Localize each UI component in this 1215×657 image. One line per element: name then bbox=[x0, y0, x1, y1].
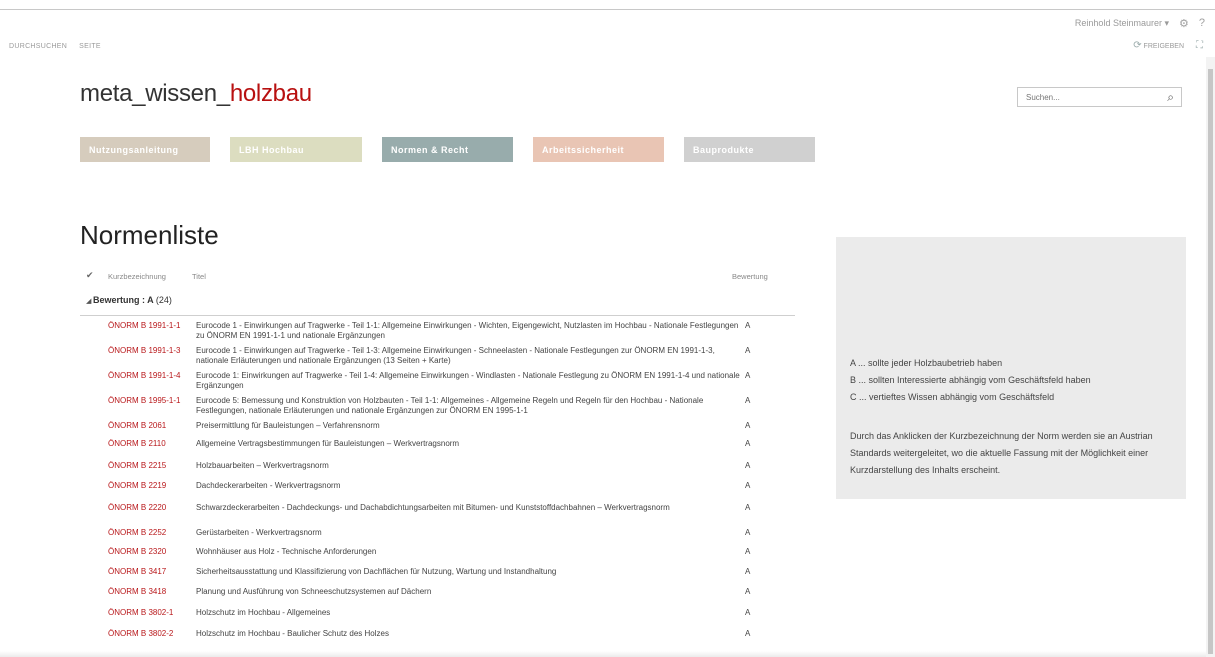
nav-tile-bauprodukte[interactable]: Bauprodukte bbox=[684, 137, 815, 162]
ribbon-tabs: DURCHSUCHEN SEITE bbox=[9, 43, 101, 50]
site-title[interactable]: meta_wissen_holzbau bbox=[80, 80, 312, 108]
norm-link[interactable]: ÖNORM B 1991-1-1 bbox=[108, 321, 190, 331]
norm-rating: A bbox=[745, 346, 751, 355]
norm-link[interactable]: ÖNORM B 3802-1 bbox=[108, 608, 190, 618]
site-title-plain: meta_wissen_ bbox=[80, 80, 230, 107]
legend-c: C ... vertieftes Wissen abhängig vom Ges… bbox=[850, 392, 1055, 402]
norm-rating: A bbox=[745, 481, 751, 490]
tab-page[interactable]: SEITE bbox=[79, 43, 101, 50]
table-header: ✔ Kurzbezeichnung Titel Bewertung bbox=[80, 266, 800, 286]
norm-rating: A bbox=[745, 503, 751, 512]
nav-tile-normen-recht[interactable]: Normen & Recht bbox=[382, 137, 513, 162]
group-header[interactable]: ◢ Bewertung : A (24) bbox=[80, 294, 800, 312]
nav-tile-nutzungsanleitung[interactable]: Nutzungsanleitung bbox=[80, 137, 210, 162]
share-label: FREIGEBEN bbox=[1143, 43, 1184, 50]
norm-title: Schwarzdeckerarbeiten - Dachdeckungs- un… bbox=[196, 503, 670, 512]
norm-link[interactable]: ÖNORM B 2252 bbox=[108, 528, 190, 538]
norm-title: Eurocode 1: Einwirkungen auf Tragwerke -… bbox=[196, 371, 740, 390]
norm-link[interactable]: ÖNORM B 2110 bbox=[108, 439, 190, 449]
norm-title: Allgemeine Vertragsbestimmungen für Baul… bbox=[196, 439, 460, 448]
focus-icon[interactable]: ⛶ bbox=[1196, 40, 1203, 51]
norm-rating: A bbox=[745, 528, 751, 537]
norm-title: Sicherheitsausstattung und Klassifizieru… bbox=[196, 567, 557, 576]
norm-title: Eurocode 5: Bemessung und Konstruktion v… bbox=[196, 396, 704, 415]
nav-tile-arbeitssicherheit[interactable]: Arbeitssicherheit bbox=[533, 137, 664, 162]
norm-link[interactable]: ÖNORM B 2061 bbox=[108, 421, 190, 431]
help-icon[interactable]: ? bbox=[1199, 17, 1205, 29]
norm-rating: A bbox=[745, 421, 751, 430]
column-header-titel[interactable]: Titel bbox=[192, 272, 206, 281]
norm-title: Preisermittlung für Bauleistungen – Verf… bbox=[196, 421, 380, 430]
ribbon-actions: ⟳ FREIGEBEN ⛶ bbox=[1133, 40, 1203, 51]
user-menu[interactable]: Reinhold Steinmaurer ▾ bbox=[1075, 18, 1169, 29]
column-header-kurzbezeichnung[interactable]: Kurzbezeichnung bbox=[108, 272, 166, 281]
norm-rating: A bbox=[745, 371, 751, 380]
norm-link[interactable]: ÖNORM B 2320 bbox=[108, 547, 190, 557]
search-input[interactable] bbox=[1024, 92, 1158, 103]
page-scrollbar[interactable] bbox=[1206, 57, 1215, 657]
norm-link[interactable]: ÖNORM B 3417 bbox=[108, 567, 190, 577]
norm-title: Planung und Ausführung von Schneeschutzs… bbox=[196, 587, 432, 596]
norm-rating: A bbox=[745, 608, 751, 617]
page-title: Normenliste bbox=[80, 220, 219, 250]
normen-table: ✔ Kurzbezeichnung Titel Bewertung ◢ Bewe… bbox=[80, 266, 800, 650]
select-all-checkbox[interactable]: ✔ bbox=[86, 270, 94, 281]
group-count: (24) bbox=[155, 295, 172, 305]
bottom-edge bbox=[0, 651, 1206, 657]
legend-b: B ... sollten Interessierte abhängig vom… bbox=[850, 375, 1091, 385]
norm-rating: A bbox=[745, 461, 751, 470]
search-icon[interactable]: ⌕ bbox=[1167, 90, 1174, 105]
norm-link[interactable]: ÖNORM B 1991-1-3 bbox=[108, 346, 190, 356]
norm-rating: A bbox=[745, 396, 751, 405]
column-header-bewertung[interactable]: Bewertung bbox=[732, 272, 768, 281]
table-body: ÖNORM B 1991-1-1 Eurocode 1 - Einwirkunge… bbox=[80, 316, 800, 650]
norm-link[interactable]: ÖNORM B 2219 bbox=[108, 481, 190, 491]
norm-rating: A bbox=[745, 587, 751, 596]
share-button[interactable]: ⟳ FREIGEBEN bbox=[1133, 40, 1184, 51]
norm-rating: A bbox=[745, 629, 751, 638]
norm-rating: A bbox=[745, 439, 751, 448]
legend-a: A ... sollte jeder Holzbaubetrieb haben bbox=[850, 358, 1003, 368]
norm-link[interactable]: ÖNORM B 2215 bbox=[108, 461, 190, 471]
gear-icon[interactable]: ⚙ bbox=[1179, 17, 1189, 30]
norm-title: Gerüstarbeiten - Werkvertragsnorm bbox=[196, 528, 322, 537]
norm-title: Holzschutz im Hochbau - Allgemeines bbox=[196, 608, 331, 617]
share-icon: ⟳ bbox=[1133, 40, 1142, 51]
info-panel: A ... sollte jeder Holzbaubetrieb haben … bbox=[836, 237, 1186, 499]
nav-tile-lbh-hochbau[interactable]: LBH Hochbau bbox=[230, 137, 362, 162]
norm-rating: A bbox=[745, 547, 751, 556]
norm-title: Dachdeckerarbeiten - Werkvertragsnorm bbox=[196, 481, 341, 490]
norm-rating: A bbox=[745, 321, 751, 330]
norm-title: Holzschutz im Hochbau - Baulicher Schutz… bbox=[196, 629, 389, 638]
norm-link[interactable]: ÖNORM B 1995-1-1 bbox=[108, 396, 190, 406]
collapse-triangle-icon[interactable]: ◢ bbox=[86, 297, 91, 305]
norm-link[interactable]: ÖNORM B 3418 bbox=[108, 587, 190, 597]
tab-browse[interactable]: DURCHSUCHEN bbox=[9, 43, 67, 50]
norm-title: Wohnhäuser aus Holz - Technische Anforde… bbox=[196, 547, 377, 556]
norm-rating: A bbox=[745, 567, 751, 576]
norm-title: Holzbauarbeiten – Werkvertragsnorm bbox=[196, 461, 329, 470]
scrollbar-thumb[interactable] bbox=[1208, 69, 1213, 654]
norm-link[interactable]: ÖNORM B 1991-1-4 bbox=[108, 371, 190, 381]
search-box: ⌕ bbox=[1017, 87, 1182, 107]
norm-title: Eurocode 1 - Einwirkungen auf Tragwerke … bbox=[196, 321, 739, 340]
site-title-accent: holzbau bbox=[229, 80, 312, 107]
norm-link[interactable]: ÖNORM B 3802-2 bbox=[108, 629, 190, 639]
rating-legend: A ... sollte jeder Holzbaubetrieb haben … bbox=[850, 355, 1091, 406]
group-label: Bewertung : A bbox=[93, 295, 154, 305]
norm-title: Eurocode 1 - Einwirkungen auf Tragwerke … bbox=[196, 346, 715, 365]
norm-link[interactable]: ÖNORM B 2220 bbox=[108, 503, 190, 513]
info-note: Durch das Anklicken der Kurzbezeichnung … bbox=[850, 431, 1153, 475]
suite-bar: Reinhold Steinmaurer ▾ ⚙ ? bbox=[1075, 16, 1205, 30]
suite-bar-border bbox=[0, 9, 1215, 10]
